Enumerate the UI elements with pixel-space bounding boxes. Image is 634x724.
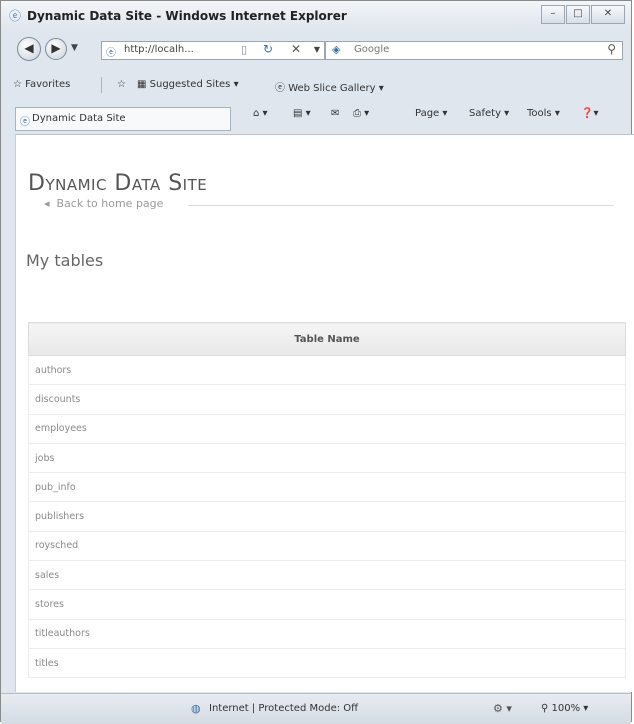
table-link-publishers[interactable]: publishers	[28, 501, 626, 532]
window-controls: – □ ✕	[540, 5, 625, 24]
table-link-pub-info[interactable]: pub_info	[28, 472, 626, 503]
favorites-label: Favorites	[25, 79, 71, 90]
page-content: Dynamic Data Site ◂ Back to home page My…	[15, 134, 634, 692]
table-row: jobs	[28, 442, 626, 474]
forward-button[interactable]: ▶	[45, 38, 67, 60]
navigation-bar: ◀ ▶ ▼ ⓔ http://localh... ▼ ▯ ↻ ✕ ◈ Googl…	[1, 33, 631, 63]
tab-page-icon: ⓔ	[20, 117, 30, 128]
print-icon[interactable]: ⎙ ▾	[353, 108, 369, 119]
table-link-stores[interactable]: stores	[28, 589, 626, 620]
search-box[interactable]: ◈ Google ⚲	[325, 41, 623, 60]
tab-dynamic-data-site[interactable]: ⓔ Dynamic Data Site	[15, 107, 231, 131]
table-row: discounts	[28, 384, 626, 415]
history-dropdown-icon[interactable]: ▼	[71, 43, 78, 53]
table-row: sales	[28, 560, 626, 591]
title-bar: ⓔ Dynamic Data Site - Windows Internet E…	[1, 1, 631, 31]
table-row: roysched	[28, 530, 626, 562]
status-zone: Internet | Protected Mode: Off	[209, 703, 359, 714]
protected-mode-icon[interactable]: ⚙ ▾	[493, 702, 512, 715]
internet-zone-icon: ◍	[191, 702, 201, 715]
tab-label: Dynamic Data Site	[32, 113, 126, 124]
table-link-jobs[interactable]: jobs	[28, 442, 626, 474]
page-menu[interactable]: Page ▾	[415, 108, 447, 119]
tables-grid: Table Name authors discounts employees jobs…	[28, 322, 626, 679]
help-icon[interactable]: ❓▾	[581, 108, 598, 119]
table-name-header: Table Name	[28, 322, 626, 356]
web-slice-gallery-link[interactable]: ⓔ Web Slice Gallery ▾	[275, 79, 384, 94]
suggested-sites-label: Suggested Sites ▾	[149, 79, 239, 90]
feeds-icon[interactable]: ▤ ▾	[293, 108, 311, 119]
safety-menu[interactable]: Safety ▾	[469, 108, 509, 119]
search-icon[interactable]: ⚲	[607, 42, 616, 56]
window-title: Dynamic Data Site - Windows Internet Exp…	[27, 9, 347, 23]
table-link-roysched[interactable]: roysched	[28, 530, 626, 562]
zoom-level[interactable]: ⚲ 100% ▾	[541, 703, 588, 714]
table-row: titleauthors	[28, 618, 626, 649]
site-title: Dynamic Data Site	[28, 171, 208, 196]
suggested-sites-link[interactable]: ▦ Suggested Sites ▾	[137, 79, 239, 90]
close-button[interactable]: ✕	[591, 5, 625, 24]
zoom-value: 100%	[551, 703, 581, 714]
web-slice-label: Web Slice Gallery ▾	[288, 83, 384, 94]
address-url: http://localh...	[124, 44, 194, 55]
table-link-authors[interactable]: authors	[28, 354, 626, 386]
home-icon[interactable]: ⌂ ▾	[253, 108, 268, 119]
search-provider-icon: ◈	[332, 43, 341, 56]
table-row: authors	[28, 354, 626, 386]
page-icon: ⓔ	[106, 48, 116, 59]
table-row: publishers	[28, 501, 626, 532]
favorites-separator	[101, 77, 102, 93]
table-row: employees	[28, 413, 626, 444]
back-button[interactable]: ◀	[17, 37, 41, 61]
tables-grid-body: authors discounts employees jobs pub_info pub…	[28, 354, 626, 679]
add-favorite-icon[interactable]: ☆	[117, 79, 126, 90]
compatibility-icon[interactable]: ▯	[241, 43, 247, 56]
status-bar: ◍ Internet | Protected Mode: Off ⚙ ▾ ⚲ 1…	[1, 693, 631, 724]
stop-icon[interactable]: ✕	[291, 42, 301, 56]
favorites-button[interactable]: ☆ Favorites	[13, 79, 70, 90]
browser-window: ⓔ Dynamic Data Site - Windows Internet E…	[0, 0, 634, 724]
table-row: titles	[28, 647, 626, 679]
table-link-titles[interactable]: titles	[28, 647, 626, 679]
tools-menu[interactable]: Tools ▾	[527, 108, 560, 119]
tab-row: ⓔ Dynamic Data Site ⌂ ▾ ▤ ▾ ✉ ⎙ ▾ Page ▾…	[1, 99, 631, 133]
table-link-titleauthors[interactable]: titleauthors	[28, 618, 626, 649]
favorites-bar: ☆ Favorites ☆ ▦ Suggested Sites ▾ ⓔ Web …	[1, 73, 631, 97]
title-divider	[188, 205, 614, 206]
maximize-button[interactable]: □	[566, 5, 590, 24]
read-mail-icon[interactable]: ✉	[331, 108, 339, 119]
back-to-home-link[interactable]: ◂ Back to home page	[44, 197, 163, 210]
table-row: stores	[28, 589, 626, 620]
table-link-employees[interactable]: employees	[28, 413, 626, 444]
table-row: pub_info	[28, 472, 626, 503]
page-heading: My tables	[26, 251, 104, 270]
back-link-label: Back to home page	[56, 197, 164, 210]
ie-logo-icon: ⓔ	[9, 9, 22, 23]
address-dropdown-icon[interactable]: ▼	[314, 45, 320, 54]
table-link-discounts[interactable]: discounts	[28, 384, 626, 415]
table-link-sales[interactable]: sales	[28, 560, 626, 591]
minimize-button[interactable]: –	[541, 5, 565, 24]
refresh-icon[interactable]: ↻	[263, 42, 273, 56]
search-placeholder: Google	[354, 44, 390, 55]
